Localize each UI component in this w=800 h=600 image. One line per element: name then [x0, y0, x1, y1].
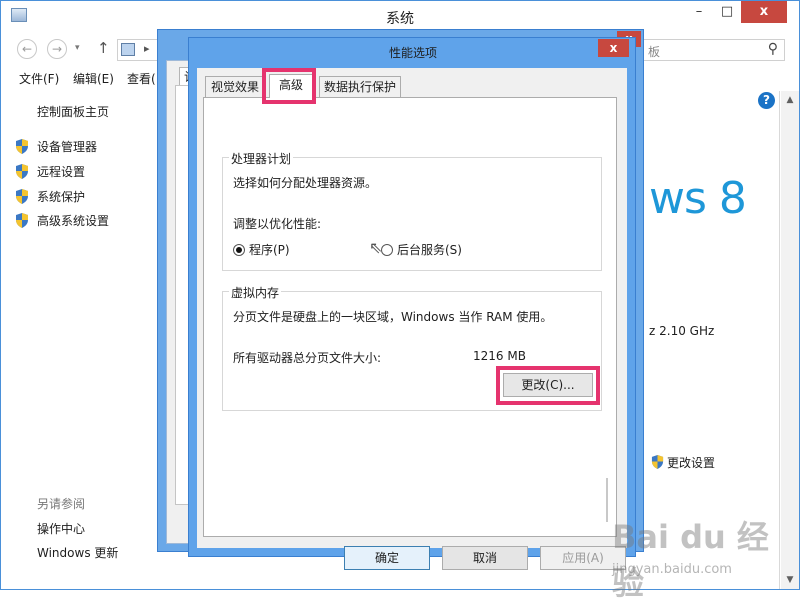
- chevron-right-icon[interactable]: ▸: [144, 42, 150, 55]
- change-settings-link[interactable]: 更改设置: [651, 454, 715, 471]
- computer-icon: [121, 43, 135, 56]
- search-placeholder: 板: [648, 45, 661, 59]
- close-button[interactable]: x: [598, 39, 629, 57]
- total-paging-file-label: 所有驱动器总分页文件大小:: [233, 351, 382, 365]
- window-title: 系统: [386, 11, 414, 27]
- watermark: Bai du 经验 jingyan.baidu.com: [612, 512, 772, 600]
- processor-scheduling-group: 处理器计划 选择如何分配处理器资源。 调整以优化性能: 程序(P) ⇖ 后台服务…: [222, 150, 602, 271]
- windows-8-logo: ws 8: [649, 173, 747, 224]
- menu-view[interactable]: 查看(: [127, 70, 156, 87]
- task-label: 系统保护: [37, 190, 86, 204]
- vertical-scrollbar[interactable]: ▲ ▼: [781, 91, 799, 589]
- uac-shield-icon: [15, 164, 29, 179]
- search-icon[interactable]: ⚲: [768, 41, 778, 57]
- programs-radio[interactable]: 程序(P): [233, 241, 290, 258]
- remote-settings-link[interactable]: 远程设置: [15, 163, 85, 181]
- group-title: 虚拟内存: [229, 284, 282, 301]
- performance-options-dialog: 性能选项 x 视觉效果 高级 数据执行保护 处理器计划 选择如何分配处理器资源。…: [188, 37, 636, 570]
- adjust-label: 调整以优化性能:: [233, 217, 322, 231]
- left-navigation-pane: 控制面板主页 设备管理器 远程设置 系统保护 高级系统设置 另请参阅 操作中心 …: [1, 91, 161, 589]
- scroll-indicator: [606, 478, 608, 522]
- system-protection-link[interactable]: 系统保护: [15, 188, 85, 206]
- highlight-box: [262, 68, 316, 104]
- radio-selected-icon: [233, 244, 245, 256]
- ok-button[interactable]: 确定: [344, 546, 430, 570]
- advanced-system-settings-link[interactable]: 高级系统设置: [15, 212, 109, 230]
- dialog-title: 性能选项: [388, 46, 437, 60]
- watermark-brand: Bai du 经验: [612, 518, 769, 600]
- see-also-heading: 另请参阅: [37, 497, 86, 511]
- cancel-button[interactable]: 取消: [442, 546, 528, 570]
- uac-shield-icon: [15, 213, 29, 228]
- menu-file[interactable]: 文件(F): [19, 70, 59, 87]
- scroll-down-icon[interactable]: ▼: [781, 571, 799, 589]
- task-label: 设备管理器: [37, 140, 98, 154]
- group-title: 处理器计划: [229, 150, 294, 167]
- windows-update-link[interactable]: Windows 更新: [37, 544, 118, 561]
- watermark-url: jingyan.baidu.com: [612, 562, 732, 577]
- change-settings-label: 更改设置: [667, 456, 716, 470]
- maximize-button[interactable]: □: [713, 1, 741, 23]
- radio-label: 程序(P): [249, 243, 290, 257]
- tab-visual-effects[interactable]: 视觉效果: [205, 76, 265, 98]
- search-input[interactable]: 板 ⚲: [641, 39, 785, 61]
- dialog-client-area: 视觉效果 高级 数据执行保护 处理器计划 选择如何分配处理器资源。 调整以优化性…: [197, 68, 627, 570]
- up-button[interactable]: ↑: [97, 39, 110, 57]
- total-paging-file-value: 1216 MB: [473, 349, 526, 363]
- radio-unselected-icon: [381, 244, 393, 256]
- close-button[interactable]: x: [741, 1, 787, 23]
- help-icon[interactable]: ?: [758, 92, 775, 109]
- action-center-link[interactable]: 操作中心: [37, 520, 85, 537]
- task-label: 远程设置: [37, 165, 86, 179]
- forward-button[interactable]: →: [47, 39, 67, 59]
- virtual-memory-group: 虚拟内存 分页文件是硬盘上的一块区域，Windows 当作 RAM 使用。 所有…: [222, 284, 602, 411]
- device-manager-link[interactable]: 设备管理器: [15, 138, 97, 156]
- title-bar: 系统 – □ x: [1, 1, 799, 31]
- highlight-box: [496, 366, 600, 405]
- recent-locations-button[interactable]: ▾: [75, 43, 80, 53]
- control-panel-home-link[interactable]: 控制面板主页: [37, 103, 109, 120]
- scroll-up-icon[interactable]: ▲: [781, 91, 799, 109]
- tab-data-execution-prevention[interactable]: 数据执行保护: [319, 76, 401, 98]
- background-services-radio[interactable]: 后台服务(S): [381, 241, 462, 258]
- divider: [779, 91, 780, 589]
- advanced-tab-panel: 处理器计划 选择如何分配处理器资源。 调整以优化性能: 程序(P) ⇖ 后台服务…: [203, 97, 617, 537]
- radio-label: 后台服务(S): [397, 243, 462, 257]
- task-label: 高级系统设置: [37, 214, 110, 228]
- processor-description: 选择如何分配处理器资源。: [233, 176, 378, 190]
- back-button[interactable]: ←: [17, 39, 37, 59]
- uac-shield-icon: [15, 189, 29, 204]
- menu-edit[interactable]: 编辑(E): [73, 70, 114, 87]
- address-input[interactable]: ▸: [117, 39, 161, 61]
- uac-shield-icon: [651, 455, 664, 469]
- uac-shield-icon: [15, 139, 29, 154]
- virtual-memory-description: 分页文件是硬盘上的一块区域，Windows 当作 RAM 使用。: [233, 310, 553, 324]
- processor-speed: z 2.10 GHz: [649, 324, 715, 338]
- minimize-button[interactable]: –: [685, 1, 713, 23]
